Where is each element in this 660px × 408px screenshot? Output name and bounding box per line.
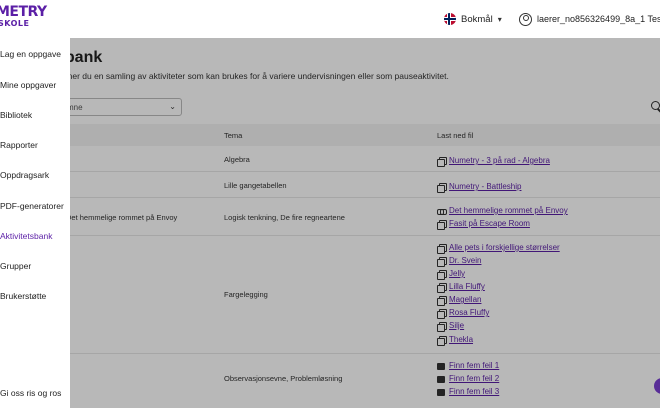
table-row: Det hemmelige rommet på Envoy Logisk ten… [60,198,660,236]
file-link-label: Alle pets i forskjellige størrelser [449,243,560,252]
chevron-down-icon: ⌄ [169,102,176,111]
file-link-label: Thekla [449,335,474,344]
sidebar-item-aktivitetsbank[interactable]: Aktivitetsbank [0,231,52,241]
page-description: inner du en samling av aktiviteter som k… [61,71,449,81]
copy-icon [437,269,447,280]
file-link-label: Fasit på Escape Room [449,219,530,228]
header-tema: Tema [224,131,243,140]
file-link[interactable]: Finn fem feil 1 [437,361,499,370]
row-tema: Fargelegging [224,290,268,299]
file-link[interactable]: Det hemmelige rommet på Envoy [437,206,568,215]
file-link[interactable]: Magellan [437,295,482,306]
logo-line2: SKOLE [0,19,30,28]
file-link-label: Finn fem feil 1 [449,361,500,370]
row-tema: Logisk tenkning, De fire regneartene [224,213,345,222]
row-tema: Observasjonsevne, Problemløsning [224,374,343,383]
file-link-label: Dr. Svein [449,256,482,265]
sidebar-drawer: Lag en oppgave Mine oppgaver Bibliotek R… [0,38,70,408]
file-link[interactable]: Jelly [437,269,466,280]
norway-flag-icon [444,13,456,25]
copy-icon [437,308,447,319]
logo-line1: METRY [0,4,47,20]
language-label: Bokmål [461,13,493,25]
sidebar-item-mine-oppgaver[interactable]: Mine oppgaver [0,80,56,90]
sidebar-item-pdf-generatorer[interactable]: PDF-generatorer [0,201,64,211]
folder-icon [437,375,445,383]
copy-icon [437,156,447,167]
file-link[interactable]: Numetry - Battleship [437,182,522,193]
table-row: Lille gangetabellen [60,172,660,198]
copy-icon [437,219,447,230]
sidebar-item-brukerstotte[interactable]: Brukerstøtte [0,291,46,301]
file-link[interactable]: Silje [437,321,465,332]
file-link[interactable]: Numetry - 3 på rad - Algebra [437,156,550,167]
user-menu[interactable]: laerer_no856326499_8a_1 Testbruker [519,11,660,27]
header-last-ned-fil: Last ned fil [437,131,474,140]
copy-icon [437,282,447,293]
file-link[interactable]: Thekla [437,335,474,346]
file-link[interactable]: Finn fem feil 3 [437,387,499,396]
username: laerer_no856326499_8a_1 Testbruker [537,14,660,24]
chevron-down-icon: ▾ [497,14,502,24]
copy-icon [437,182,447,193]
table-row: Algebra [60,146,660,172]
copy-icon [437,321,447,332]
main-content: sbank inner du en samling av aktiviteter… [0,38,660,408]
table-row: Fargelegging [60,236,660,354]
theme-filter-select[interactable]: mne ⌄ [60,98,182,116]
user-icon [519,12,532,26]
file-link[interactable]: Finn fem feil 2 [437,374,499,383]
row-tema: Lille gangetabellen [224,181,287,190]
file-link[interactable]: Fasit på Escape Room [437,219,530,230]
sidebar-item-grupper[interactable]: Grupper [0,261,31,271]
file-link-label: Rosa Fluffy [449,308,490,317]
table-row: Observasjonsevne, Problemløsning [60,354,660,408]
search-icon[interactable] [651,101,660,113]
file-link[interactable]: Rosa Fluffy [437,308,490,319]
sidebar-item-lag-en-oppgave[interactable]: Lag en oppgave [0,49,61,59]
copy-icon [437,256,447,267]
file-link-label: Jelly [449,269,466,278]
copy-icon [437,335,447,346]
copy-icon [437,243,447,254]
feedback-link[interactable]: Gi oss ris og ros [0,388,61,398]
sidebar-item-oppdragsark[interactable]: Oppdragsark [0,170,49,180]
file-link-label: Numetry - Battleship [449,182,522,191]
file-link-label: Silje [449,321,465,330]
file-link-label: Det hemmelige rommet på Envoy [449,206,568,215]
file-link-label: Finn fem feil 3 [449,387,500,396]
file-link[interactable]: Dr. Svein [437,256,482,267]
language-selector[interactable]: Bokmål ▾ [444,11,502,27]
file-link-label: Numetry - 3 på rad - Algebra [449,156,550,165]
file-link[interactable]: Alle pets i forskjellige størrelser [437,243,560,254]
copy-icon [437,295,447,306]
row-name: Det hemmelige rommet på Envoy [66,213,178,222]
numetry-logo[interactable]: METRY SKOLE [0,4,47,30]
table-header: Tema Last ned fil [60,124,660,146]
file-link-label: Magellan [449,295,482,304]
file-link-label: Lilla Fluffy [449,282,485,291]
top-bar: METRY SKOLE Bokmål ▾ laerer_no856326499_… [0,0,660,38]
file-link[interactable]: Lilla Fluffy [437,282,485,293]
sidebar-item-bibliotek[interactable]: Bibliotek [0,110,32,120]
link-icon [437,207,447,215]
folder-icon [437,362,445,370]
file-link-label: Finn fem feil 2 [449,374,500,383]
row-tema: Algebra [224,155,250,164]
folder-icon [437,388,445,396]
sidebar-item-rapporter[interactable]: Rapporter [0,140,38,150]
